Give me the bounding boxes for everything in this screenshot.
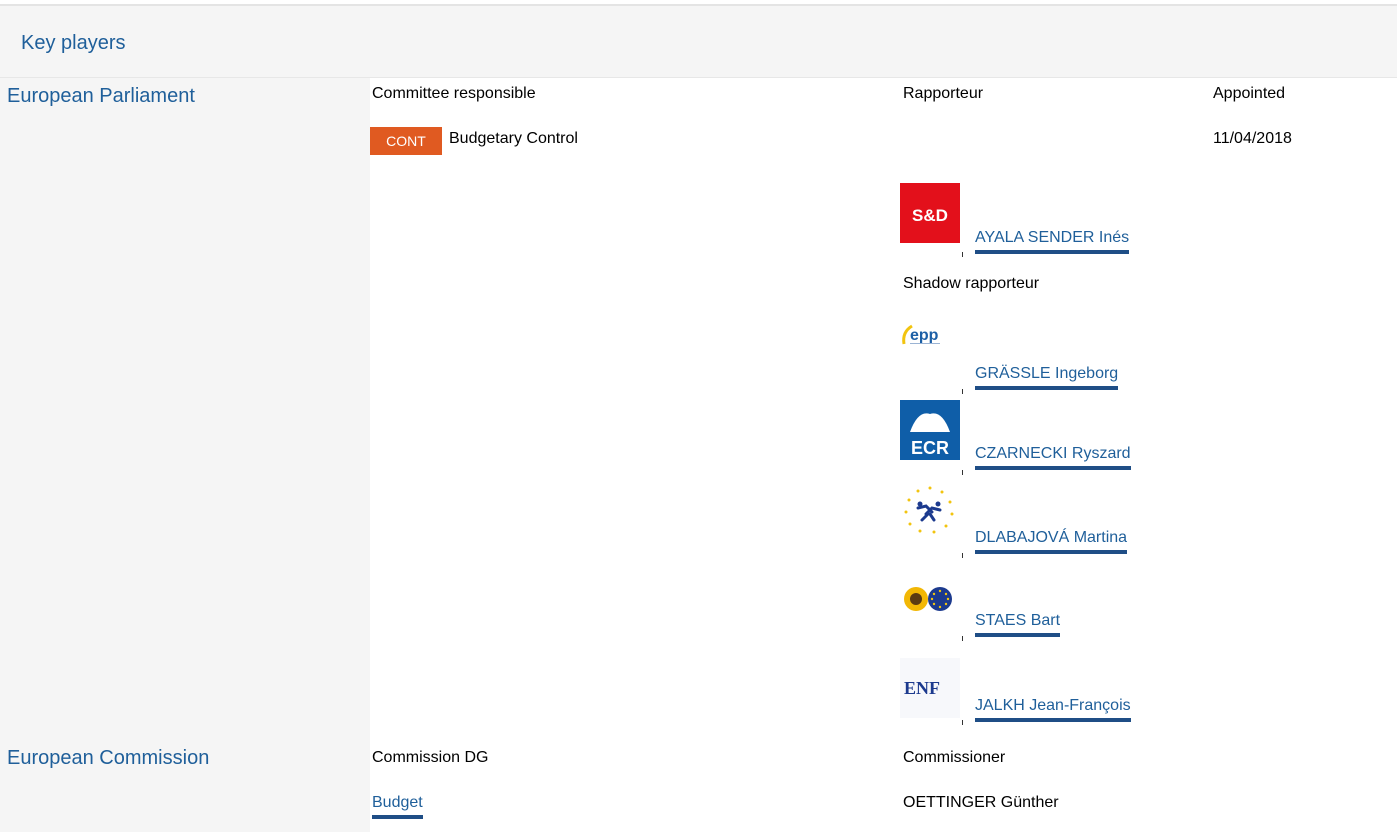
section-label-commission: European Commission	[7, 747, 210, 769]
shadow-rapporteur-link-1[interactable]: GRÄSSLE Ingeborg	[975, 365, 1119, 390]
tick-mark	[962, 470, 963, 475]
appointed-date: 11/04/2018	[1213, 130, 1292, 147]
col-header-appointed: Appointed	[1213, 85, 1286, 102]
shadow-rapporteur-link-3[interactable]: DLABAJOVÁ Martina	[975, 529, 1128, 554]
col-header-committee: Committee responsible	[372, 85, 536, 102]
svg-text:ECR: ECR	[911, 438, 949, 458]
tick-mark	[962, 252, 963, 257]
tick-mark	[962, 389, 963, 394]
alde-group-logo	[900, 484, 960, 540]
tick-mark	[962, 553, 963, 558]
section-label-parliament: European Parliament	[7, 85, 195, 107]
col-header-commission-dg: Commission DG	[372, 749, 489, 766]
shadow-rapporteur-link-2[interactable]: CZARNECKI Ryszard	[975, 445, 1131, 470]
shadow-rapporteur-link-5[interactable]: JALKH Jean-François	[975, 697, 1131, 722]
ecr-group-logo: ECR	[900, 400, 960, 460]
epp-group-logo: epp	[900, 320, 960, 376]
col-header-commissioner: Commissioner	[903, 749, 1006, 766]
enf-group-logo: ENF	[900, 658, 960, 718]
shadow-rapporteur-label: Shadow rapporteur	[903, 275, 1040, 292]
committee-code-badge: CONT	[370, 127, 442, 155]
left-column	[0, 78, 370, 832]
tick-mark	[962, 636, 963, 641]
shadow-rapporteur-link-4[interactable]: STAES Bart	[975, 612, 1061, 637]
committee-name: Budgetary Control	[449, 130, 578, 147]
commissioner-name: OETTINGER Günther	[903, 794, 1059, 811]
key-players-panel: Key players European Parliament Committe…	[0, 0, 1397, 832]
commission-dg-link[interactable]: Budget	[372, 794, 423, 819]
svg-text:epp: epp	[910, 327, 939, 344]
key-players-header: Key players	[0, 4, 1397, 78]
sd-group-logo: S&D	[900, 183, 960, 243]
greens-efa-group-logo	[900, 580, 960, 636]
svg-text:S&D: S&D	[912, 206, 948, 225]
rapporteur-link[interactable]: AYALA SENDER Inés	[975, 229, 1130, 254]
right-column	[370, 78, 1397, 832]
tick-mark	[962, 720, 963, 725]
svg-text:ENF: ENF	[904, 678, 940, 698]
page-title: Key players	[21, 32, 126, 54]
col-header-rapporteur: Rapporteur	[903, 85, 984, 102]
